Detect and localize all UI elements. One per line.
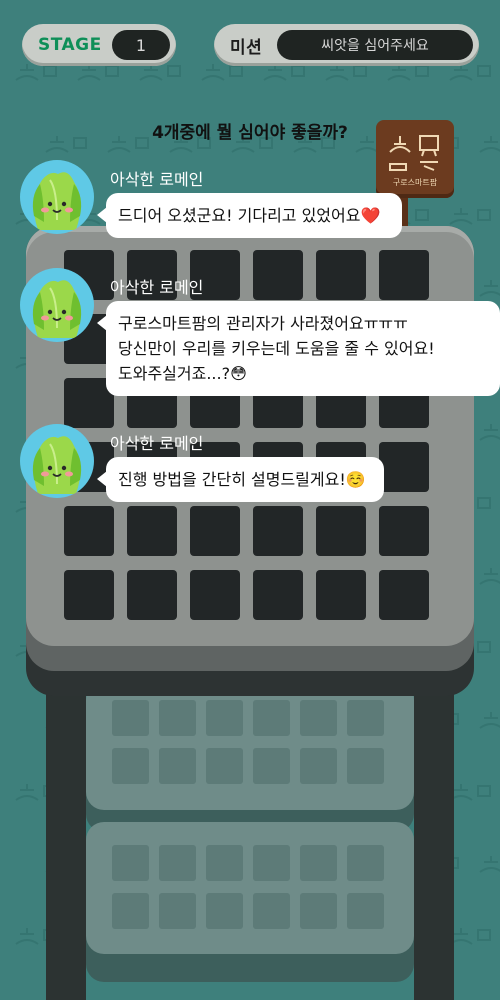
stage-label: STAGE <box>38 35 102 55</box>
lower-slot <box>347 748 384 784</box>
lower-slot <box>206 893 243 929</box>
lettuce-avatar-icon <box>20 160 94 234</box>
lower-slot <box>347 845 384 881</box>
planting-slot[interactable] <box>316 570 366 620</box>
heart-emoji: ❤️ <box>360 206 381 225</box>
message-text: 진행 방법을 간단히 설명드릴게요!☺️ <box>118 470 366 489</box>
sign-text: 구로스마트팜 <box>392 178 438 187</box>
lower-slot <box>347 893 384 929</box>
mission-indicator: 미션 씨앗을 심어주세요 <box>214 24 479 66</box>
lower-tray-1-grid <box>112 700 384 784</box>
sender-name: 아삭한 로메인 <box>110 278 204 297</box>
lower-tray-2-grid <box>112 845 384 929</box>
lower-slot <box>253 700 290 736</box>
lower-slot <box>112 893 149 929</box>
lower-slot <box>112 845 149 881</box>
chat-bubble: 구로스마트팜의 관리자가 사라졌어요ㅠㅠㅠ 당신만이 우리를 키우는데 도움을 … <box>97 301 500 396</box>
planting-slot[interactable] <box>379 250 429 300</box>
lower-slot <box>253 893 290 929</box>
planting-slot[interactable] <box>253 506 303 556</box>
lower-slot <box>206 748 243 784</box>
planting-slot[interactable] <box>379 442 429 492</box>
planting-slot[interactable] <box>316 506 366 556</box>
lower-slot <box>159 893 196 929</box>
planting-slot[interactable] <box>379 570 429 620</box>
lettuce-avatar-icon <box>20 424 94 498</box>
message-line: 당신만이 우리를 키우는데 도움을 줄 수 있어요! <box>118 339 435 358</box>
lower-slot <box>112 700 149 736</box>
lower-slot <box>253 845 290 881</box>
lower-slot <box>159 748 196 784</box>
sender-name: 아삭한 로메인 <box>110 170 204 189</box>
planting-slot[interactable] <box>127 506 177 556</box>
mission-value: 씨앗을 심어주세요 <box>277 30 473 60</box>
lower-slot <box>159 845 196 881</box>
lower-slot <box>112 748 149 784</box>
lower-slot <box>347 700 384 736</box>
sender-name: 아삭한 로메인 <box>110 434 204 453</box>
lower-slot <box>206 845 243 881</box>
farm-sign: 구로스마트팜 <box>376 120 454 198</box>
planting-slot[interactable] <box>253 250 303 300</box>
message-text: 드디어 오셨군요! 기다리고 있었어요 <box>118 206 361 225</box>
planting-slot[interactable] <box>190 570 240 620</box>
chat-bubble: 드디어 오셨군요! 기다리고 있었어요❤️ <box>97 193 402 238</box>
mission-label: 미션 <box>230 37 263 58</box>
planting-slot[interactable] <box>64 506 114 556</box>
stage-indicator: STAGE 1 <box>22 24 176 66</box>
lower-slot <box>159 700 196 736</box>
lower-slot <box>300 700 337 736</box>
planting-slot[interactable] <box>190 506 240 556</box>
planting-slot[interactable] <box>253 570 303 620</box>
lower-slot <box>300 748 337 784</box>
lower-slot <box>300 845 337 881</box>
shelf-leg-left <box>46 660 86 1000</box>
shelf-leg-right <box>414 660 454 1000</box>
lower-slot <box>253 748 290 784</box>
stage-value: 1 <box>112 30 170 60</box>
message-line: 도와주실거죠...?😳 <box>118 364 247 383</box>
lower-slot <box>300 893 337 929</box>
lettuce-avatar-icon <box>20 268 94 342</box>
planting-slot[interactable] <box>316 250 366 300</box>
chat-bubble: 진행 방법을 간단히 설명드릴게요!☺️ <box>97 457 384 502</box>
planting-slot[interactable] <box>64 570 114 620</box>
planting-slot[interactable] <box>379 506 429 556</box>
planting-slot[interactable] <box>127 570 177 620</box>
message-line: 구로스마트팜의 관리자가 사라졌어요ㅠㅠㅠ <box>118 314 408 333</box>
lower-slot <box>206 700 243 736</box>
